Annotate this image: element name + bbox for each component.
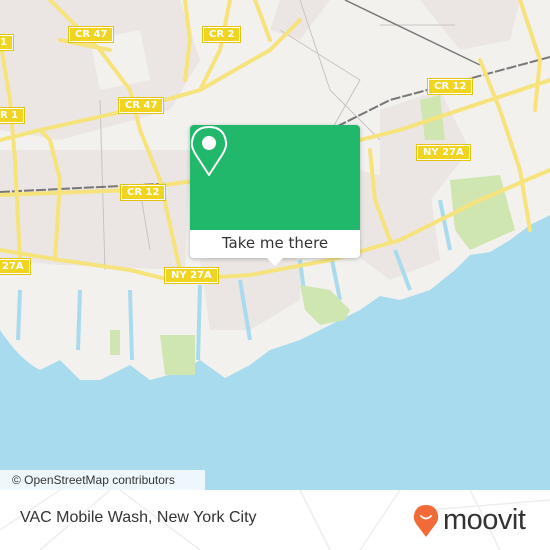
location-pin-icon (190, 126, 228, 176)
road-shield-cr47: CR 47 (119, 98, 164, 113)
popup-header (190, 125, 360, 230)
moovit-pin-icon (413, 505, 439, 537)
road-shield-cr12: CR 12 (428, 79, 473, 94)
road-shield-cr1: 1 (0, 35, 13, 50)
road-shield-ny27a: NY 27A (417, 145, 470, 160)
road-shield-ny27a: 27A (0, 259, 30, 274)
location-popup: Take me there (190, 125, 360, 266)
map[interactable]: CR 47 CR 2 1 R 1 CR 47 CR 12 CR 12 NY 27… (0, 0, 550, 490)
take-me-there-button[interactable]: Take me there (190, 230, 360, 258)
place-title: VAC Mobile Wash, New York City (20, 509, 257, 526)
road-shield-ny27a: NY 27A (165, 268, 218, 283)
map-attribution[interactable]: © OpenStreetMap contributors (0, 470, 205, 490)
road-shield-cr1: R 1 (0, 108, 25, 123)
road-shield-cr2: CR 2 (203, 27, 241, 42)
road-shield-cr12: CR 12 (121, 185, 166, 200)
road-shield-cr47: CR 47 (69, 27, 114, 42)
popup-pointer (267, 258, 283, 266)
footer: VAC Mobile Wash, New York City moovit (0, 490, 550, 550)
moovit-wordmark: moovit (443, 504, 526, 536)
